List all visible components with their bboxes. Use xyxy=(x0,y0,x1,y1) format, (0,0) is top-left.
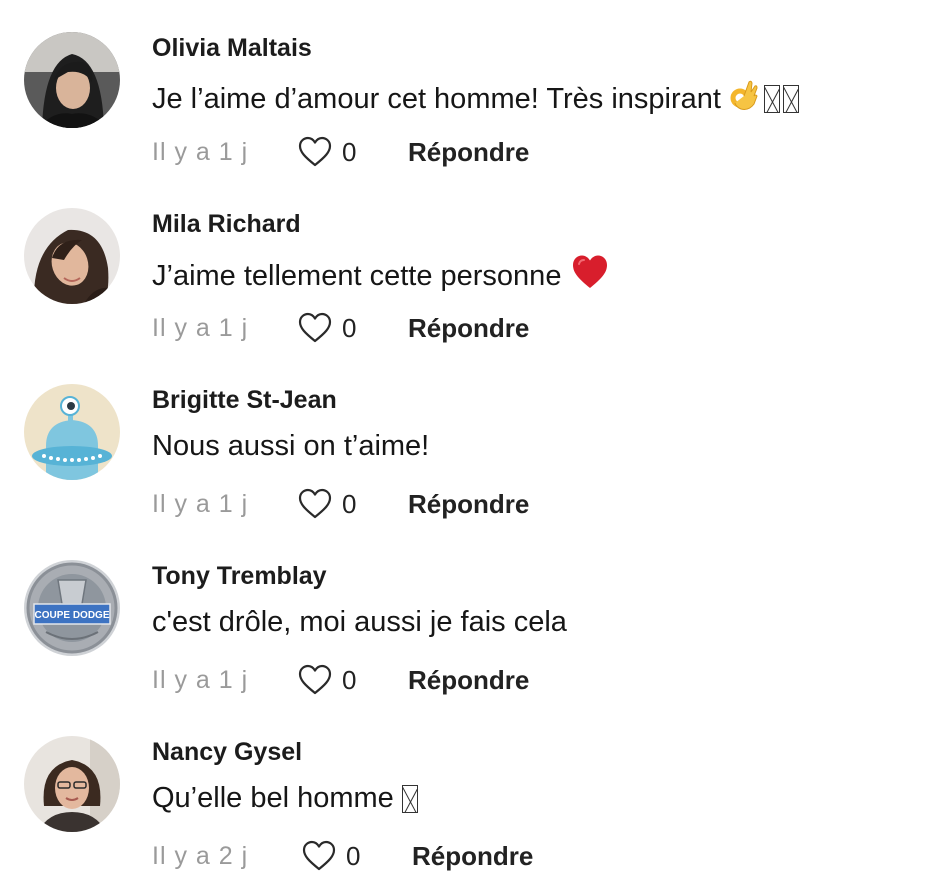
comment-text: Nous aussi on t’aime! xyxy=(152,430,429,463)
comment-text-content: Je l’aime d’amour cet homme! Très inspir… xyxy=(152,82,721,115)
like-button[interactable]: 0 xyxy=(298,312,408,344)
avatar-photo-nancy xyxy=(24,736,120,832)
heart-outline-icon xyxy=(298,488,332,519)
comment-timestamp: Il y a 1 j xyxy=(152,137,249,166)
comment-item: Nancy Gysel Qu’elle bel homme Il y a 2 j… xyxy=(0,704,934,880)
avatar-alien-illustration xyxy=(24,384,120,480)
avatar[interactable] xyxy=(24,384,120,480)
ok-hand-emoji xyxy=(727,78,761,120)
heart-outline-icon xyxy=(298,312,332,343)
avatar-photo-olivia xyxy=(24,32,120,128)
comment-meta: Il y a 1 j 0 Répondre xyxy=(152,310,529,346)
like-count: 0 xyxy=(342,664,357,695)
reply-button[interactable]: Répondre xyxy=(408,313,529,344)
like-button[interactable]: 0 xyxy=(298,488,408,520)
comment-timestamp: Il y a 1 j xyxy=(152,313,249,342)
comment-timestamp: Il y a 1 j xyxy=(152,489,249,518)
reply-button[interactable]: Répondre xyxy=(408,489,529,520)
like-button[interactable]: 0 xyxy=(298,664,408,696)
comment-item: COUPE DODGE Tony Tremblay c'est drôle, m… xyxy=(0,528,934,704)
like-count: 0 xyxy=(342,312,357,343)
reply-button[interactable]: Répondre xyxy=(408,665,529,696)
heart-outline-icon xyxy=(302,840,336,871)
like-count: 0 xyxy=(346,840,361,871)
avatar[interactable]: COUPE DODGE xyxy=(24,560,120,656)
comment-author[interactable]: Tony Tremblay xyxy=(152,562,327,591)
comment-author[interactable]: Brigitte St-Jean xyxy=(152,386,337,415)
comment-meta: Il y a 1 j 0 Répondre xyxy=(152,662,529,698)
comment-author[interactable]: Mila Richard xyxy=(152,210,301,239)
comment-text: J’aime tellement cette personne xyxy=(152,254,609,298)
comment-item: Brigitte St-Jean Nous aussi on t’aime! I… xyxy=(0,352,934,528)
avatar[interactable] xyxy=(24,32,120,128)
avatar-badge-logo: COUPE DODGE xyxy=(24,560,120,656)
comment-meta: Il y a 1 j 0 Répondre xyxy=(152,486,529,522)
comment-author[interactable]: Nancy Gysel xyxy=(152,738,302,767)
unrendered-glyph xyxy=(401,784,418,813)
reply-button[interactable]: Répondre xyxy=(412,841,533,872)
unrendered-glyph xyxy=(782,85,799,113)
comment-meta: Il y a 2 j 0 Répondre xyxy=(152,838,533,874)
comment-text-content: Qu’elle bel homme xyxy=(152,782,394,814)
comment-text: Qu’elle bel homme xyxy=(152,782,418,815)
heart-outline-icon xyxy=(298,136,332,167)
red-heart-emoji xyxy=(571,254,609,298)
reply-button[interactable]: Répondre xyxy=(408,137,529,168)
comment-text: c'est drôle, moi aussi je fais cela xyxy=(152,606,567,639)
comment-text-content: c'est drôle, moi aussi je fais cela xyxy=(152,606,567,638)
comment-text-content: Nous aussi on t’aime! xyxy=(152,430,430,462)
comment-text-content: J’aime tellement cette personne xyxy=(152,259,562,292)
avatar-photo-mila xyxy=(24,208,120,304)
comment-item: Olivia Maltais Je l’aime d’amour cet hom… xyxy=(0,0,934,176)
like-button[interactable]: 0 xyxy=(302,840,412,872)
comment-text: Je l’aime d’amour cet homme! Très inspir… xyxy=(152,78,799,120)
unrendered-glyph xyxy=(763,85,780,113)
comment-item: Mila Richard J’aime tellement cette pers… xyxy=(0,176,934,352)
like-button[interactable]: 0 xyxy=(298,136,408,168)
comment-meta: Il y a 1 j 0 Répondre xyxy=(152,134,529,170)
comment-timestamp: Il y a 1 j xyxy=(152,665,249,694)
avatar[interactable] xyxy=(24,208,120,304)
comment-author[interactable]: Olivia Maltais xyxy=(152,34,312,63)
like-count: 0 xyxy=(342,488,357,519)
like-count: 0 xyxy=(342,136,357,167)
heart-outline-icon xyxy=(298,664,332,695)
comment-timestamp: Il y a 2 j xyxy=(152,841,249,870)
avatar-badge-text: COUPE DODGE xyxy=(34,610,109,621)
avatar[interactable] xyxy=(24,736,120,832)
